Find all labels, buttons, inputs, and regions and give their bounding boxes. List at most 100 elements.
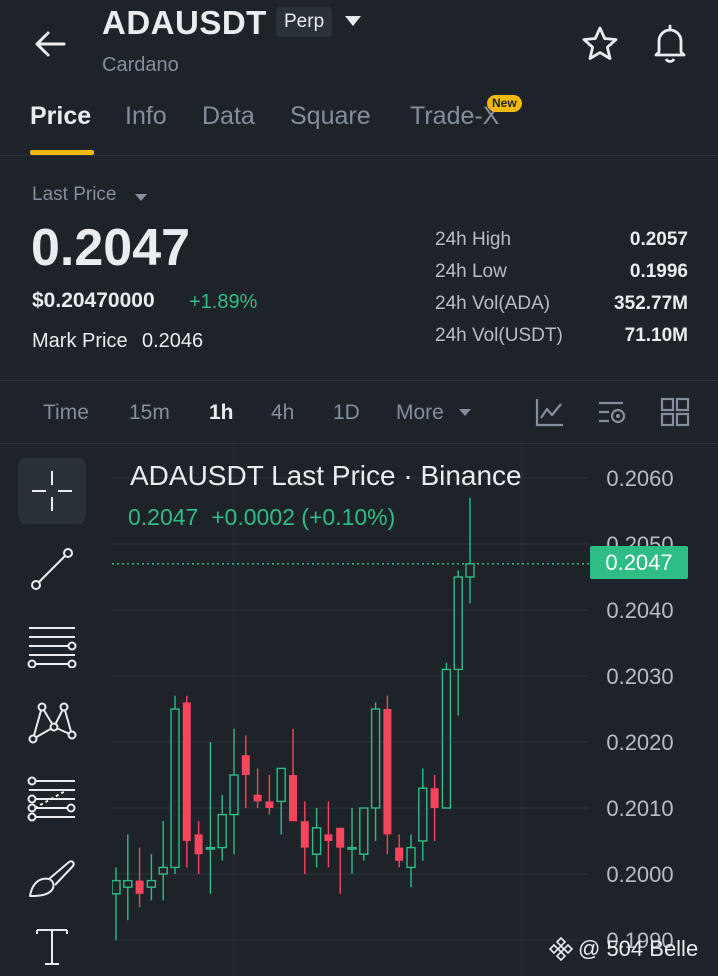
tab-data[interactable]: Data [202, 102, 255, 131]
timeframe-1d[interactable]: 1D [333, 401, 360, 425]
price-summary: Last Price 0.2047 $0.20470000 +1.89% Mar… [0, 157, 718, 381]
tab-square[interactable]: Square [290, 102, 371, 131]
asset-name: Cardano [102, 54, 179, 76]
candle [359, 807, 369, 861]
caret-down-icon[interactable] [458, 408, 472, 417]
candle [289, 728, 297, 822]
caret-down-icon[interactable] [134, 193, 148, 202]
tab-price[interactable]: Price [30, 102, 91, 131]
symbol-title[interactable]: ADAUSDT [102, 4, 267, 42]
text-tool[interactable] [18, 914, 86, 976]
usd-price: $0.20470000 [32, 289, 155, 312]
stat-value: 0.1996 [629, 261, 688, 282]
candle-body-down [289, 775, 297, 822]
y-axis-tick-label: 0.2010 [606, 796, 673, 821]
candle-body-up [276, 767, 286, 803]
candle-body-up [146, 879, 157, 888]
drawing-toolbar [18, 458, 86, 976]
crosshair-tool[interactable] [18, 458, 86, 524]
current-price-tag: 0.2047 [590, 546, 688, 579]
layout-button[interactable] [659, 396, 691, 428]
stat-label: 24h Vol(ADA) [435, 293, 551, 314]
candle-body-down [135, 880, 144, 894]
candle-body-up [311, 827, 322, 855]
main-tabs: Price Info Data Square Trade-X [0, 96, 718, 156]
header: ADAUSDT Perp Cardano [0, 0, 718, 95]
timeframe-1h[interactable]: 1h [209, 401, 234, 425]
star-icon [582, 26, 618, 60]
price-change-percent: +1.89% [189, 291, 258, 313]
candle [194, 821, 203, 874]
candle [158, 821, 168, 901]
binance-logo-icon [548, 936, 574, 962]
candle-body-down [430, 788, 439, 808]
candlestick-chart[interactable]: 0.2060 0.2050 0.2040 0.2030 0.2020 0.2010 0.20… [112, 446, 718, 976]
text-icon [36, 929, 68, 965]
stat-label: 24h Low [435, 261, 507, 282]
candle-body-down [336, 827, 345, 848]
mark-price-label: Mark Price [32, 330, 128, 352]
y-axis-tick-label: 0.2020 [606, 730, 673, 755]
stat-label: 24h High [435, 229, 512, 250]
symbol-dropdown-button[interactable] [343, 14, 363, 28]
candle [300, 801, 309, 874]
brush-tool[interactable] [18, 844, 86, 910]
candle-body-down [395, 847, 404, 861]
tab-trade-x[interactable]: Trade-X [410, 102, 499, 131]
favorite-button[interactable] [580, 24, 620, 64]
trend-line-tool[interactable] [18, 536, 86, 602]
candle [311, 808, 322, 868]
chart-title: ADAUSDT Last Price · Binance [130, 460, 522, 491]
timeframe-more[interactable]: More [396, 401, 444, 425]
candle-body-up [418, 787, 428, 842]
caret-down-icon [345, 16, 361, 26]
candle [383, 695, 392, 855]
candle [418, 768, 428, 861]
candle [324, 801, 333, 868]
candle [253, 768, 262, 808]
last-price-value: 0.2047 [31, 219, 191, 277]
candle-body-up [158, 866, 168, 875]
timeframe-time[interactable]: Time [43, 401, 89, 425]
candle-body-down [194, 834, 203, 855]
indicator-button[interactable] [534, 396, 566, 428]
candle-body-up [370, 708, 381, 809]
active-tab-indicator [30, 150, 94, 155]
candle [265, 775, 274, 815]
timeframe-4h[interactable]: 4h [271, 401, 294, 425]
horizontal-lines-tool[interactable] [18, 612, 86, 678]
pattern-icon [28, 702, 77, 744]
chart-settings-button[interactable] [596, 396, 628, 428]
alert-button[interactable] [650, 22, 690, 64]
candle [336, 827, 345, 894]
candle-body-up [453, 576, 463, 671]
brush-icon [29, 860, 75, 897]
pattern-tool[interactable] [18, 688, 86, 754]
y-axis-tick-label: 0.2000 [606, 862, 673, 887]
candle-body-up [347, 846, 357, 850]
candle [217, 794, 227, 861]
candle-body-up [170, 708, 180, 869]
last-price-selector[interactable]: Last Price [32, 184, 116, 206]
candle-body-down [265, 801, 274, 808]
watermark-text: @ 504 Belle [578, 936, 699, 961]
fibonacci-tool[interactable] [18, 766, 86, 832]
candle-body-down [241, 755, 250, 775]
candle-body-up [359, 807, 369, 855]
candle-body-down [324, 834, 333, 841]
candle-body-up [465, 563, 475, 578]
candle-body-up [112, 879, 121, 895]
timeframe-15m[interactable]: 15m [129, 401, 170, 425]
candle [441, 662, 452, 809]
back-button[interactable] [30, 22, 74, 66]
tab-info[interactable]: Info [125, 102, 167, 131]
candle-body-up [441, 668, 452, 809]
candle-body-down [383, 709, 392, 835]
stat-label: 24h Vol(USDT) [435, 325, 563, 346]
crosshair-icon [32, 471, 72, 511]
candle [370, 702, 381, 841]
candle [135, 847, 144, 907]
ohlc-readout: 0.2047 +0.0002 (+0.10%) [128, 504, 396, 530]
candle-body-up [217, 813, 227, 849]
new-badge: New [487, 95, 522, 112]
